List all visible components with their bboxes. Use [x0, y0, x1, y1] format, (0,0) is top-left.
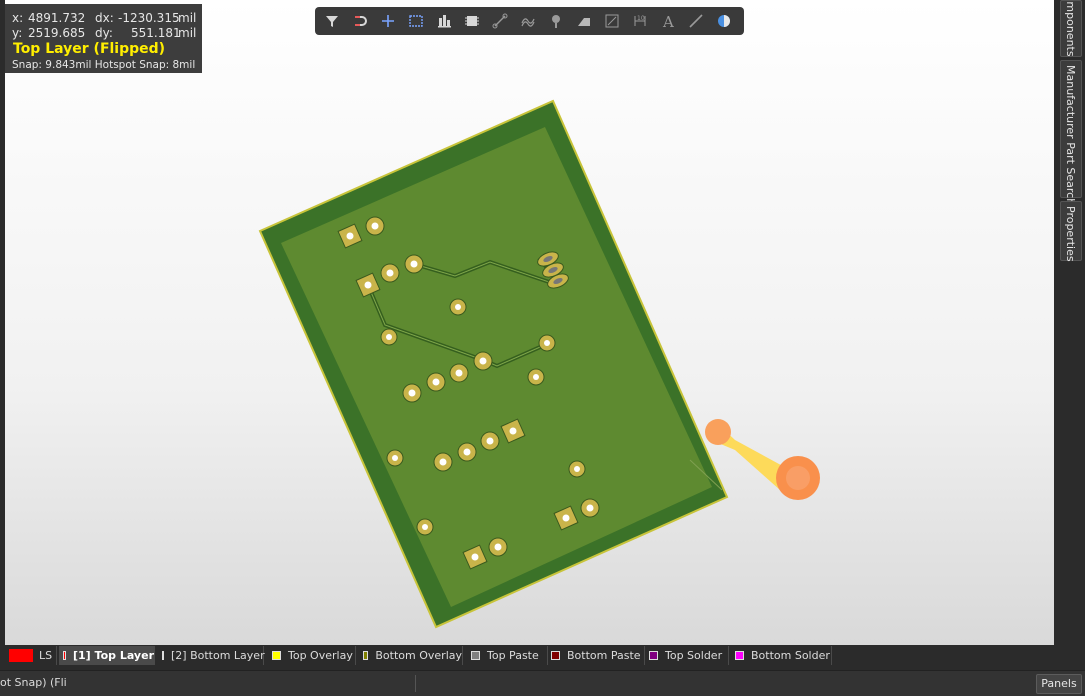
layer-tab-top-overlay[interactable]: Top Overlay [268, 646, 356, 665]
y-unit: mil [178, 26, 197, 40]
y-value: 2519.685 [28, 26, 86, 40]
layer-tab-label: Bottom Solder [751, 649, 830, 662]
snap-info: Snap: 9.843mil Hotspot Snap: 8mil [12, 59, 196, 71]
layer-tab-label: Top Solder [665, 649, 723, 662]
layer-color-swatch [471, 651, 480, 660]
layer-tab-bottom-layer[interactable]: [2] Bottom Layer [158, 646, 265, 665]
interactive-route-icon[interactable] [348, 9, 372, 33]
svg-text:A: A [662, 13, 674, 29]
layer-tab-bottom-overlay[interactable]: Bottom Overlay [359, 646, 463, 665]
filter-icon[interactable] [320, 9, 344, 33]
svg-text:10: 10 [637, 15, 645, 22]
polygon-icon[interactable] [572, 9, 596, 33]
dx-value: -1230.315 [118, 11, 180, 25]
layer-set-button[interactable]: LS [7, 646, 57, 665]
3d-body-icon[interactable] [712, 9, 736, 33]
dimension-icon[interactable]: 10 [628, 9, 652, 33]
text-icon[interactable]: A [656, 9, 680, 33]
region-icon[interactable] [600, 9, 624, 33]
layer-color-swatch [551, 651, 560, 660]
layer-color-swatch [162, 651, 164, 660]
tab-manufacturer-part-search[interactable]: Manufacturer Part Search [1060, 60, 1082, 205]
tab-components[interactable]: Components [1060, 0, 1082, 57]
place-cross-icon[interactable] [376, 9, 400, 33]
tab-properties-label: Properties [1064, 206, 1077, 262]
current-layer-label: Top Layer (Flipped) [13, 41, 166, 57]
layer-tab-label: [2] Bottom Layer [171, 649, 265, 662]
align-icon[interactable] [432, 9, 456, 33]
layer-tab-label: [1] Top Layer [73, 649, 154, 662]
layer-color-swatch [63, 651, 66, 660]
layer-tab-bottom-paste[interactable]: Bottom Paste [547, 646, 645, 665]
y-label: y: [12, 26, 23, 40]
tab-part-search-label: Manufacturer Part Search [1064, 65, 1077, 206]
layer-color-swatch [649, 651, 658, 660]
select-area-icon[interactable] [404, 9, 428, 33]
layer-color-swatch [272, 651, 281, 660]
layer-tab-top-solder[interactable]: Top Solder [645, 646, 729, 665]
diff-pair-icon[interactable] [516, 9, 540, 33]
coordinate-readout: x: 4891.732 dx: -1230.315 mil y: 2519.68… [5, 4, 202, 73]
status-bar: ot Snap) (Flip Panels [0, 670, 1085, 696]
active-bar: 10 A [315, 7, 744, 35]
panels-button[interactable]: Panels [1036, 674, 1082, 694]
current-layer-swatch [9, 649, 33, 662]
pcb-canvas[interactable] [5, 0, 1054, 645]
layer-tabs-bar: LS [1] Top Layer [2] Bottom Layer Top Ov… [5, 645, 1054, 667]
layer-tab-top-layer[interactable]: [1] Top Layer [59, 646, 155, 665]
dy-value: 551.181 [131, 26, 181, 40]
layer-tab-label: Bottom Paste [567, 649, 641, 662]
layer-tab-label: Bottom Overlay [375, 649, 462, 662]
line-icon[interactable] [684, 9, 708, 33]
tab-components-label: Components [1064, 0, 1077, 57]
layer-tab-label: Top Paste [487, 649, 539, 662]
layer-tab-label: Top Overlay [288, 649, 353, 662]
layer-color-swatch [363, 651, 369, 660]
layer-color-swatch [735, 651, 744, 660]
via-icon[interactable] [544, 9, 568, 33]
x-value: 4891.732 [28, 11, 86, 25]
status-text: ot Snap) (Flip [0, 676, 67, 689]
x-label: x: [12, 11, 24, 25]
net-icon[interactable] [488, 9, 512, 33]
component-icon[interactable] [460, 9, 484, 33]
pcb-view [258, 99, 820, 629]
x-unit: mil [178, 11, 197, 25]
dy-label: dy: [95, 26, 113, 40]
ls-label: LS [39, 649, 53, 662]
layer-tab-bottom-solder[interactable]: Bottom Solder [731, 646, 832, 665]
status-divider [415, 675, 416, 692]
tab-properties[interactable]: Properties [1060, 201, 1082, 262]
layer-tab-top-paste[interactable]: Top Paste [467, 646, 548, 665]
dx-label: dx: [95, 11, 114, 25]
